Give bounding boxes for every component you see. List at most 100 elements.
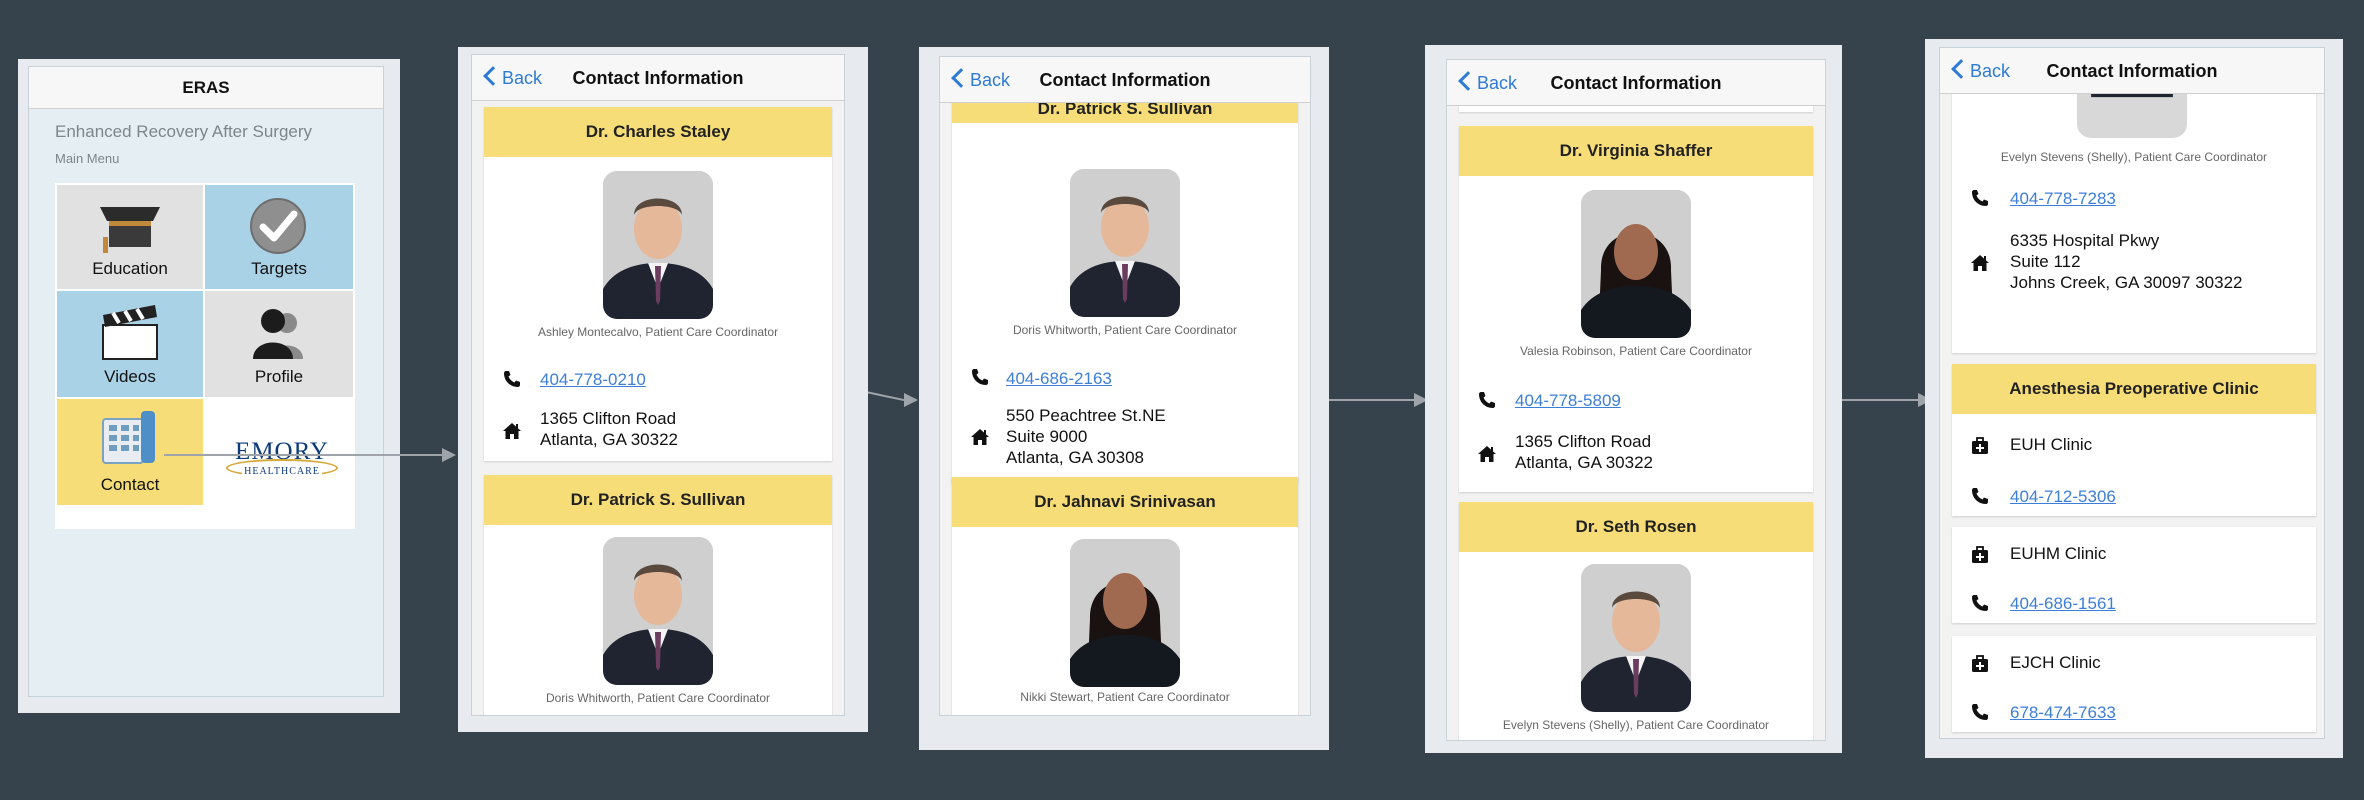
contact-card: Dr. Patrick S. Sullivan Doris Whitworth,… xyxy=(952,73,1298,483)
user-profile-icon xyxy=(253,309,303,359)
phone-link[interactable]: 404-778-7283 xyxy=(2010,188,2116,209)
tile-targets-label: Targets xyxy=(251,259,307,278)
contact-card: Dr. Patrick S. Sullivan Doris Whitworth,… xyxy=(484,475,832,715)
phone-directory-icon xyxy=(102,411,155,464)
main-menu-label: Main Menu xyxy=(55,151,120,166)
home-icon xyxy=(502,421,522,441)
screen4: Dr. Virginia Shaffer Valesia Robinson, P… xyxy=(1446,59,1826,741)
contact-card: Dr. Virginia Shaffer Valesia Robinson, P… xyxy=(1459,126,1813,492)
phone-icon xyxy=(1970,486,1990,506)
page-title: Contact Information xyxy=(2046,61,2218,81)
doctor-photo xyxy=(1070,169,1180,317)
app-title: ERAS xyxy=(182,78,230,97)
tile-contact[interactable]: Contact xyxy=(57,399,203,505)
tile-contact-label: Contact xyxy=(100,475,160,494)
medical-kit-icon xyxy=(1970,654,1990,674)
tile-education-label: Education xyxy=(92,259,168,278)
screen3-frame: Dr. Patrick S. Sullivan Doris Whitworth,… xyxy=(919,47,1329,750)
screen5-navbar: Back Contact Information xyxy=(1940,48,2324,94)
clinic-name: EUHM Clinic xyxy=(2010,544,2107,563)
contact-card: Dr. Charles Staley Ashley Montecalvo, Pa… xyxy=(484,107,832,461)
phone-link[interactable]: 404-686-1561 xyxy=(2010,593,2116,614)
doctor-photo xyxy=(1581,564,1691,712)
phone-icon xyxy=(1970,188,1990,208)
coordinator-text: Doris Whitworth, Patient Care Coordinato… xyxy=(1012,323,1238,337)
phone-link[interactable]: 404-712-5306 xyxy=(2010,486,2116,507)
home-icon xyxy=(1477,444,1497,464)
screen4-navbar: Back Contact Information xyxy=(1447,60,1825,106)
phone-icon xyxy=(1970,702,1990,722)
screen1-frame: ERAS Enhanced Recovery After Surgery Mai… xyxy=(18,59,400,713)
checkmark-icon xyxy=(250,198,306,254)
address: 1365 Clifton Road Atlanta, GA 30322 xyxy=(1515,432,1653,472)
clinic-card: EJCH Clinic 678-474-7633 xyxy=(1952,636,2316,732)
phone-link[interactable]: 678-474-7633 xyxy=(2010,702,2116,723)
coordinator-text: Doris Whitworth, Patient Care Coordinato… xyxy=(545,691,771,705)
coordinator-text: Valesia Robinson, Patient Care Coordinat… xyxy=(1520,344,1752,358)
screen3-navbar: Back Contact Information xyxy=(940,57,1310,103)
home-icon xyxy=(970,427,990,447)
card-header: Dr. Jahnavi Srinivasan xyxy=(952,477,1298,527)
logo-healthcare: HEALTHCARE xyxy=(226,459,338,477)
screen5: Evelyn Stevens (Shelly), Patient Care Co… xyxy=(1939,47,2325,739)
doctor-photo xyxy=(603,537,713,685)
menu-grid: Education Targets Videos Profile Contact… xyxy=(55,183,355,529)
tile-videos-label: Videos xyxy=(104,367,156,386)
app-subtitle: Enhanced Recovery After Surgery xyxy=(55,122,313,141)
clapperboard-icon xyxy=(102,305,158,360)
tile-profile[interactable]: Profile xyxy=(205,291,353,397)
flow-arrow-2 xyxy=(865,391,906,402)
clinic-name: EJCH Clinic xyxy=(2010,653,2101,672)
clinic-name: EUH Clinic xyxy=(2010,435,2093,454)
card-header: Dr. Virginia Shaffer xyxy=(1459,126,1813,176)
address: 1365 Clifton Road Atlanta, GA 30322 xyxy=(540,409,678,449)
coordinator-text: Evelyn Stevens (Shelly), Patient Care Co… xyxy=(1502,718,1770,732)
home-icon xyxy=(1970,253,1990,273)
doctor-photo xyxy=(1070,539,1180,687)
coordinator-text: Evelyn Stevens (Shelly), Patient Care Co… xyxy=(2000,150,2268,164)
clinic-card: Anesthesia Preoperative Clinic EUH Clini… xyxy=(1952,364,2316,516)
card-header: Dr. Patrick S. Sullivan xyxy=(484,475,832,525)
address: 6335 Hospital Pkwy Suite 112 Johns Creek… xyxy=(2010,231,2243,292)
screen1-navbar: ERAS xyxy=(29,67,383,109)
coordinator-text: Ashley Montecalvo, Patient Care Coordina… xyxy=(537,325,779,339)
screen4-frame: Dr. Virginia Shaffer Valesia Robinson, P… xyxy=(1425,45,1842,753)
page-title: Contact Information xyxy=(1550,73,1722,93)
phone-icon xyxy=(1477,390,1497,410)
screen2-frame: Back Contact Information Dr. Charles Sta… xyxy=(458,47,868,732)
flow-arrow-4 xyxy=(1842,399,1922,401)
clinic-section-header: Anesthesia Preoperative Clinic xyxy=(1952,364,2316,414)
card-header: Dr. Seth Rosen xyxy=(1459,502,1813,552)
screen3: Dr. Patrick S. Sullivan Doris Whitworth,… xyxy=(939,56,1311,716)
clinic-card: EUHM Clinic 404-686-1561 xyxy=(1952,527,2316,623)
medical-kit-icon xyxy=(1970,436,1990,456)
phone-link[interactable]: 404-778-5809 xyxy=(1515,390,1621,411)
contact-card: Dr. Seth Rosen Evelyn Stevens (Shelly), … xyxy=(1459,502,1813,740)
phone-icon xyxy=(970,367,990,387)
graduation-cap-icon xyxy=(100,207,160,253)
address: 550 Peachtree St.NE Suite 9000 Atlanta, … xyxy=(1006,406,1166,467)
tile-targets[interactable]: Targets xyxy=(205,185,353,289)
page-title: Contact Information xyxy=(1039,70,1211,90)
flow-arrow-3 xyxy=(1328,399,1418,401)
screen5-frame: Evelyn Stevens (Shelly), Patient Care Co… xyxy=(1925,39,2343,758)
card-header: Dr. Charles Staley xyxy=(484,107,832,157)
tile-education[interactable]: Education xyxy=(57,185,203,289)
coordinator-text: Nikki Stewart, Patient Care Coordinator xyxy=(1020,690,1230,704)
doctor-photo xyxy=(603,171,713,319)
contact-card: Dr. Jahnavi Srinivasan Nikki Stewart, Pa… xyxy=(952,477,1298,715)
screen2: Back Contact Information Dr. Charles Sta… xyxy=(471,54,845,716)
tile-videos[interactable]: Videos xyxy=(57,291,203,397)
medical-kit-icon xyxy=(1970,545,1990,565)
page-title: Contact Information xyxy=(572,68,744,88)
flow-arrow-1-head xyxy=(442,448,456,462)
tile-profile-label: Profile xyxy=(254,367,304,386)
phone-link[interactable]: 404-686-2163 xyxy=(1006,368,1112,389)
screen1: ERAS Enhanced Recovery After Surgery Mai… xyxy=(28,66,384,697)
doctor-photo xyxy=(1581,190,1691,338)
phone-icon xyxy=(502,369,522,389)
flow-arrow-2-head xyxy=(904,393,918,407)
emory-healthcare-logo: EMORY HEALTHCARE xyxy=(223,439,341,489)
phone-link[interactable]: 404-778-0210 xyxy=(540,369,646,390)
screen2-navbar: Back Contact Information xyxy=(472,55,844,101)
